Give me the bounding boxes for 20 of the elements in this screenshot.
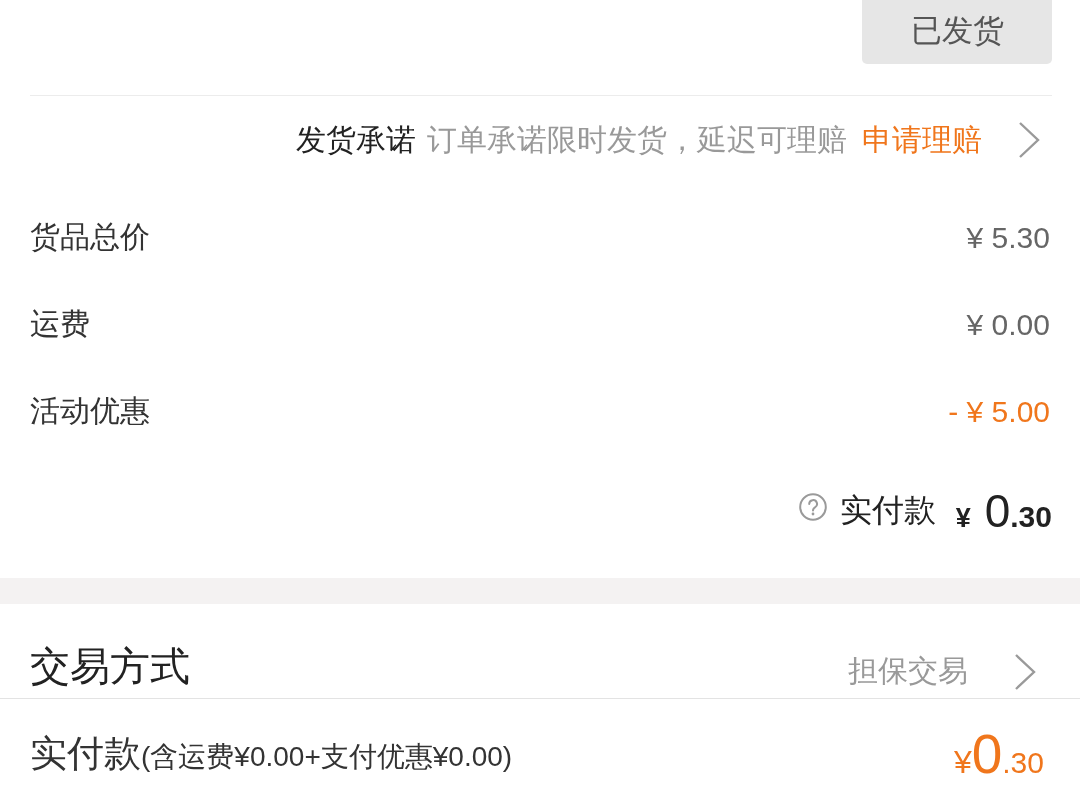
price-value: - ¥ 5.00 [948, 394, 1050, 429]
footer-fee-note: (含运费¥0.00+支付优惠¥0.00) [141, 739, 513, 774]
price-label: 货品总价 [30, 219, 150, 255]
total-amount: ¥ 0.30 [955, 484, 1052, 538]
total-label: 实付款 [839, 491, 936, 530]
claim-link[interactable]: 申请理赔 [862, 119, 982, 161]
promise-description: 订单承诺限时发货，延迟可理赔 [427, 121, 847, 158]
chevron-right-icon[interactable] [1014, 652, 1036, 691]
price-label: 运费 [30, 306, 90, 342]
promise-label: 发货承诺 [296, 121, 416, 158]
price-value: ¥ 0.00 [966, 307, 1050, 342]
price-label: 活动优惠 [30, 393, 150, 429]
help-icon[interactable] [798, 493, 827, 521]
trade-method-label: 交易方式 [30, 643, 190, 690]
footer-total-label: 实付款 [30, 731, 141, 776]
chevron-right-icon[interactable] [1018, 121, 1040, 159]
shipped-status-button[interactable]: 已发货 [862, 0, 1052, 64]
price-value: ¥ 5.30 [966, 220, 1050, 255]
trade-method-value[interactable]: 担保交易 [848, 651, 968, 692]
footer-total-amount: ¥0.30 [953, 721, 1044, 786]
